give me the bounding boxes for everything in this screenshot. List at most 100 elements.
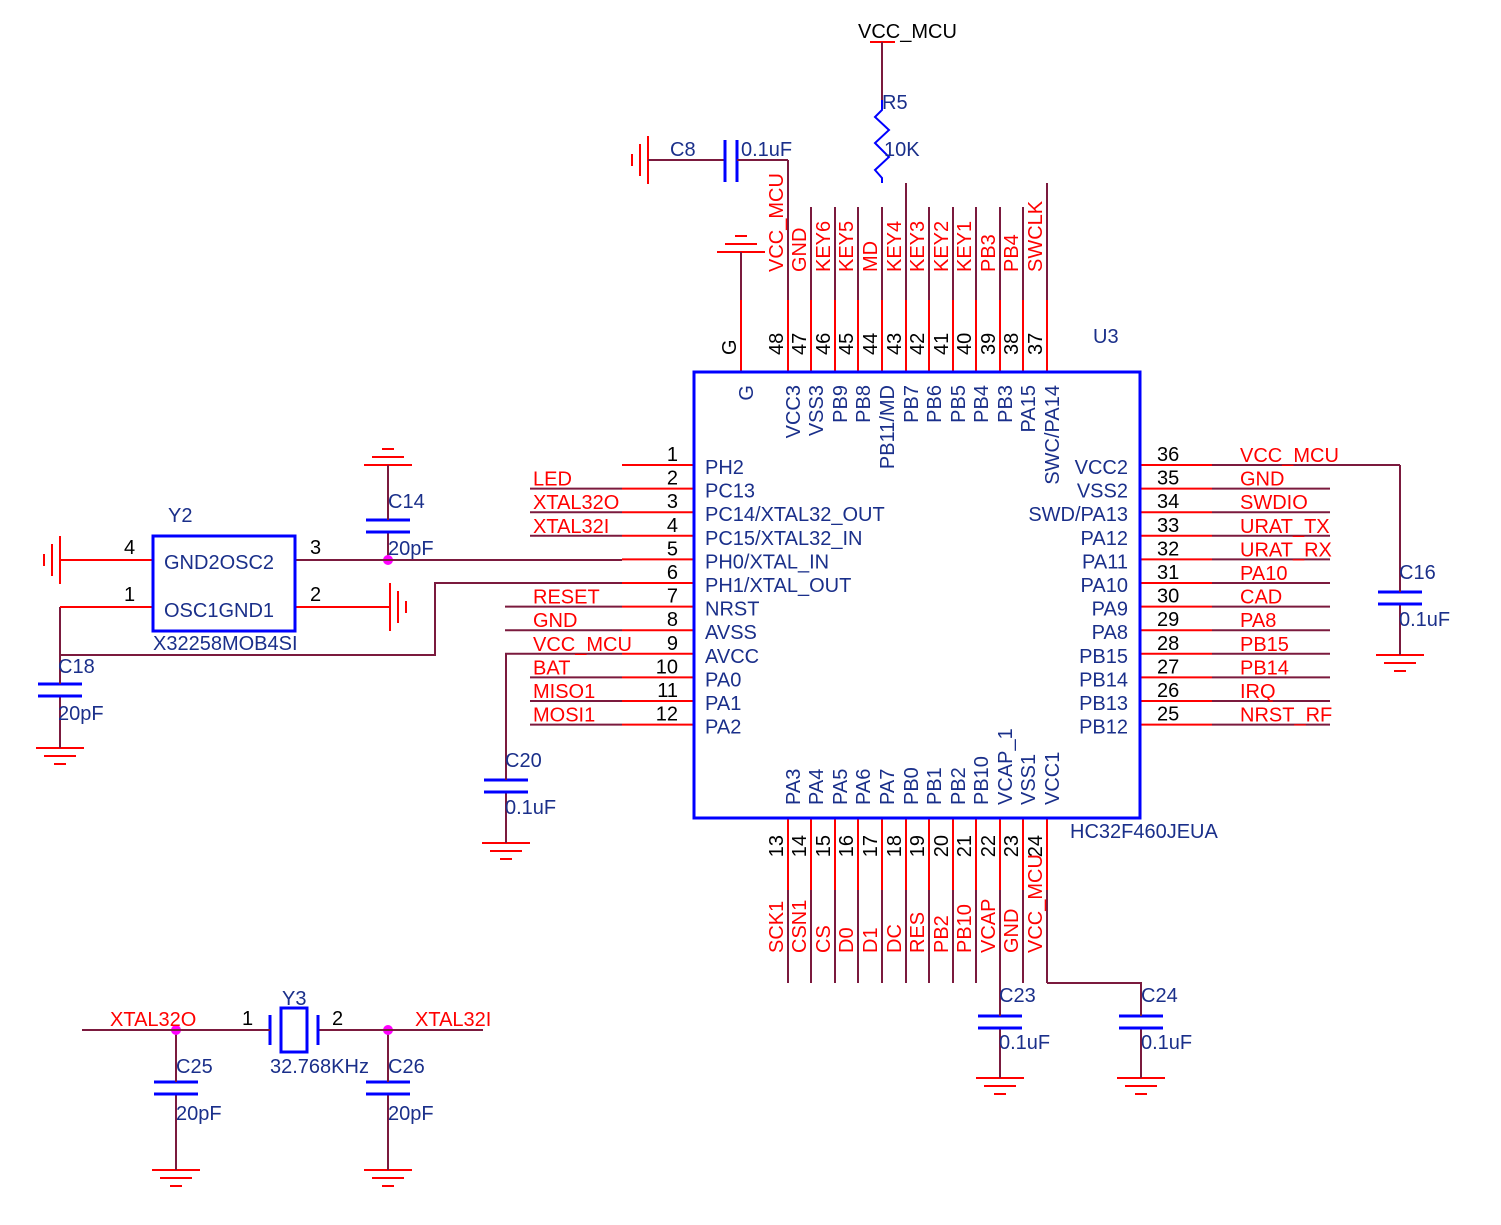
r5-ref: R5	[882, 92, 908, 114]
wire-c24	[1047, 982, 1142, 1016]
pin-number-33: 33	[1157, 515, 1179, 537]
net-label-GND: GND	[1240, 469, 1284, 491]
pin-number-21: 21	[954, 835, 976, 857]
net-label-PB2: PB2	[931, 915, 953, 953]
pin-name-PA8: PA8	[1092, 622, 1128, 644]
pin-name-AVSS: AVSS	[705, 622, 757, 644]
net-label-NRST_RF: NRST_RF	[1240, 705, 1332, 727]
pin-name-PA2: PA2	[705, 717, 741, 739]
pin-name-PB10: PB10	[971, 756, 993, 805]
c26-value: 20pF	[388, 1103, 434, 1125]
pin-number-26: 26	[1157, 680, 1179, 702]
net-label-DC: DC	[884, 924, 906, 953]
net-label-XTAL32O: XTAL32O	[533, 492, 619, 514]
pin-name-PA6: PA6	[853, 769, 875, 805]
pin-name-PB5: PB5	[948, 385, 970, 423]
pin-number-5: 5	[667, 538, 678, 560]
pin-name-PB9: PB9	[830, 385, 852, 423]
y2-pin3: 3	[310, 537, 321, 559]
net-label-RESET: RESET	[533, 587, 600, 609]
pin-number-31: 31	[1157, 562, 1179, 584]
net-label-CSN1: CSN1	[789, 900, 811, 953]
y2-pin2: 2	[310, 584, 321, 606]
net-label-PB10: PB10	[954, 904, 976, 953]
net-label-KEY1: KEY1	[954, 221, 976, 272]
y3-value: 32.768KHz	[270, 1056, 369, 1078]
power-label-vcc-mcu: VCC_MCU	[858, 21, 957, 43]
c18-ref: C18	[58, 656, 95, 678]
pin-name-PB14: PB14	[1079, 669, 1128, 691]
net-label-SCK1: SCK1	[766, 901, 788, 953]
c25-value: 20pF	[176, 1103, 222, 1125]
y3-pin1: 1	[242, 1008, 253, 1030]
net-label-xtal32i: XTAL32I	[415, 1009, 491, 1031]
net-label-SWCLK: SWCLK	[1025, 200, 1047, 272]
net-label-KEY3: KEY3	[907, 221, 929, 272]
pin-number-11: 11	[657, 680, 678, 702]
c25-ref: C25	[176, 1056, 213, 1078]
pin-number-46: 46	[813, 333, 835, 355]
chip-part: HC32F460JEUA	[1070, 821, 1219, 843]
pin-name-PB15: PB15	[1079, 646, 1128, 668]
pin-number-43: 43	[884, 333, 906, 355]
pin-number-16: 16	[836, 835, 858, 857]
y2-pin1: 1	[124, 584, 135, 606]
y3-ref: Y3	[282, 988, 306, 1010]
net-label-XTAL32I: XTAL32I	[533, 516, 609, 538]
net-label-VCC_MCU: VCC_MCU	[766, 173, 788, 272]
pin-name-VCC1: VCC1	[1042, 752, 1064, 805]
pin-name-PC14/XTAL32_OUT: PC14/XTAL32_OUT	[705, 504, 885, 526]
y3-crystal-icon	[279, 1006, 309, 1054]
net-label-CS: CS	[813, 925, 835, 953]
net-label-IRQ: IRQ	[1240, 681, 1276, 703]
net-label-GND: GND	[789, 228, 811, 272]
schematic: VCC_MCU R5 10K C8 0.1uF U3 HC32F460JEUA …	[36, 21, 1450, 1187]
pin-name-G: G	[736, 385, 758, 401]
c18-value: 20pF	[58, 703, 104, 725]
c14-ref: C14	[388, 491, 425, 513]
net-label-KEY5: KEY5	[836, 221, 858, 272]
pin-number-4: 4	[667, 515, 678, 537]
net-label-GND: GND	[1001, 909, 1023, 953]
y2-part: X32258MOB4SI	[153, 633, 298, 655]
net-label-MOSI1: MOSI1	[533, 705, 595, 727]
pin-name-PB2: PB2	[948, 767, 970, 805]
net-label-PB4: PB4	[1001, 234, 1023, 272]
pin-number-48: 48	[766, 333, 788, 355]
pin-name-PA15: PA15	[1018, 385, 1040, 432]
pin-number-42: 42	[907, 333, 929, 355]
net-label-VCAP: VCAP	[978, 899, 1000, 953]
pin-number-6: 6	[667, 562, 678, 584]
pin-number-7: 7	[667, 586, 678, 608]
pin-name-PA11: PA11	[1082, 551, 1128, 573]
pin-name-VCC3: VCC3	[783, 385, 805, 438]
pin-name-NRST: NRST	[705, 599, 759, 621]
pin-number-39: 39	[978, 333, 1000, 355]
pin-number-32: 32	[1157, 538, 1179, 560]
pin-number-14: 14	[789, 835, 811, 857]
pin-name-PB4: PB4	[971, 385, 993, 423]
net-label-RES: RES	[907, 912, 929, 953]
pin-number-36: 36	[1157, 444, 1179, 466]
pin-number-9: 9	[667, 633, 678, 655]
net-label-MISO1: MISO1	[533, 681, 595, 703]
pin-number-8: 8	[667, 609, 678, 631]
pin-name-PB1: PB1	[924, 767, 946, 805]
pin-number-20: 20	[931, 835, 953, 857]
pin-number-24: 24	[1025, 835, 1047, 857]
net-label-MD: MD	[860, 241, 882, 272]
pin-name-PA12: PA12	[1081, 528, 1128, 550]
net-label-PB14: PB14	[1240, 657, 1289, 679]
c24-value: 0.1uF	[1141, 1032, 1192, 1054]
pin-name-PH2: PH2	[705, 457, 744, 479]
pin-number-2: 2	[667, 468, 678, 490]
pin-name-PA3: PA3	[783, 769, 805, 805]
pin-name-PC13: PC13	[705, 481, 755, 503]
net-label-PB15: PB15	[1240, 634, 1289, 656]
pin-number-22: 22	[978, 835, 1000, 857]
pin-name-PB12: PB12	[1079, 717, 1128, 739]
net-label-PA10: PA10	[1240, 563, 1287, 585]
y2-ref: Y2	[168, 505, 192, 527]
pin-name-VSS1: VSS1	[1018, 754, 1040, 805]
net-label-URAT_TX: URAT_TX	[1240, 516, 1330, 538]
